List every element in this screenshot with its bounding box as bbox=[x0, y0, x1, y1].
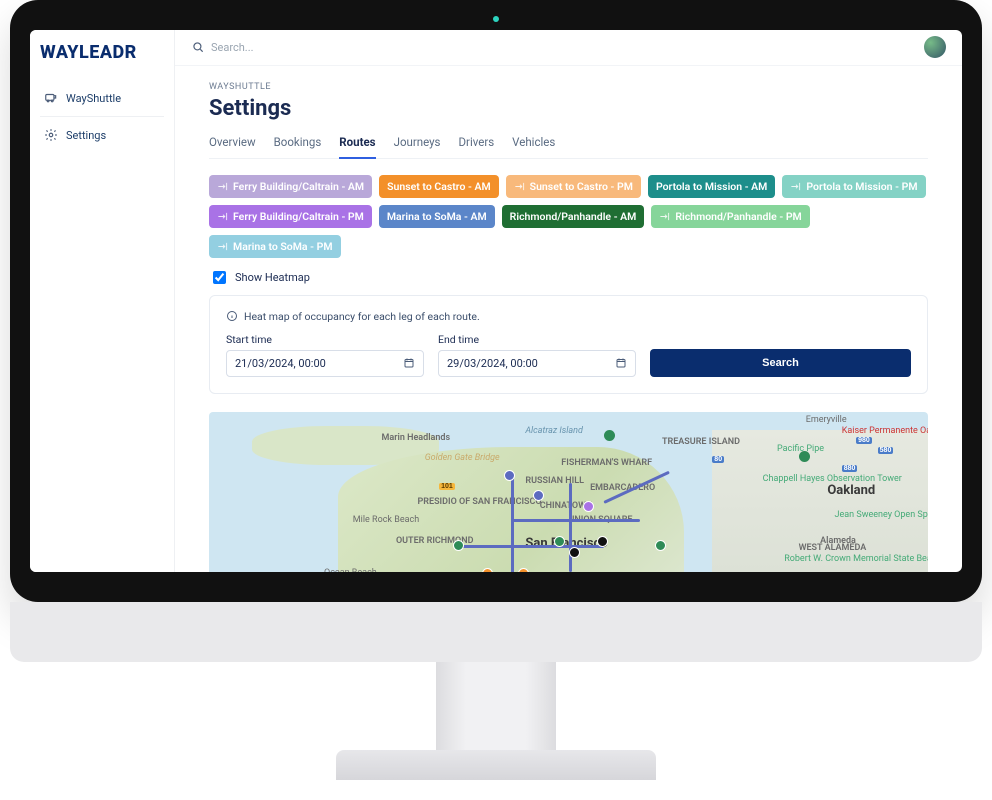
map-pin-icon bbox=[604, 430, 615, 441]
info-icon bbox=[226, 310, 238, 322]
map-label: Jean Sweeney Open Space Park bbox=[835, 510, 928, 520]
search-placeholder: Search... bbox=[211, 41, 254, 54]
calendar-icon bbox=[403, 357, 415, 369]
map-label: Kaiser Permanente Oakl... bbox=[842, 426, 928, 436]
hwy-shield: 980 bbox=[856, 437, 872, 444]
global-search[interactable]: Search... bbox=[191, 40, 914, 54]
heatmap-card: Heat map of occupancy for each leg of ea… bbox=[209, 295, 928, 394]
route-chip[interactable]: Portola to Mission - PM bbox=[782, 175, 925, 198]
map-stop bbox=[655, 540, 666, 551]
heatmap-hint: Heat map of occupancy for each leg of ea… bbox=[244, 310, 480, 323]
map-label: San Francisco bbox=[525, 536, 607, 551]
route-chip[interactable]: Sunset to Castro - AM bbox=[379, 175, 499, 198]
map-stop bbox=[482, 568, 493, 572]
tab-journeys[interactable]: Journeys bbox=[394, 135, 441, 158]
map-stop bbox=[518, 568, 529, 572]
brand-text: WAYLEADR bbox=[40, 42, 137, 63]
monitor-stand-neck bbox=[436, 662, 556, 758]
tab-drivers[interactable]: Drivers bbox=[459, 135, 495, 158]
sidebar-divider bbox=[40, 116, 164, 117]
map-label: Mile Rock Beach bbox=[353, 515, 419, 525]
start-time-label: Start time bbox=[226, 333, 424, 346]
camera-indicator bbox=[493, 16, 499, 22]
route-chip[interactable]: Portola to Mission - AM bbox=[648, 175, 775, 198]
map-label: Chappell Hayes Observation Tower bbox=[763, 474, 902, 484]
route-chip[interactable]: Richmond/Panhandle - PM bbox=[651, 205, 809, 228]
map-label: Golden Gate Bridge bbox=[425, 453, 500, 463]
sidebar: WAYLEADR WayShuttle Settings bbox=[30, 30, 175, 572]
sidebar-item-settings[interactable]: Settings bbox=[40, 121, 164, 149]
map-label: WEST ALAMEDA bbox=[799, 543, 867, 553]
route-chip[interactable]: Marina to SoMa - PM bbox=[209, 235, 341, 258]
route-chip[interactable]: Ferry Building/Caltrain - AM bbox=[209, 175, 372, 198]
route-chips: Ferry Building/Caltrain - AM Sunset to C… bbox=[209, 175, 928, 258]
end-time-input[interactable]: 29/03/2024, 00:00 bbox=[438, 350, 636, 377]
hwy-shield: 80 bbox=[712, 456, 724, 463]
map-label: Oakland bbox=[827, 483, 875, 498]
monitor-chin bbox=[10, 602, 982, 662]
calendar-icon bbox=[615, 357, 627, 369]
map-label: TREASURE ISLAND bbox=[662, 437, 740, 447]
show-heatmap-label: Show Heatmap bbox=[235, 271, 310, 284]
map-stop bbox=[569, 547, 580, 558]
app-screen: WAYLEADR WayShuttle Settings bbox=[30, 30, 962, 572]
page-title: Settings bbox=[209, 96, 928, 121]
sidebar-item-label: Settings bbox=[66, 129, 106, 142]
map-label: Marin Headlands bbox=[382, 433, 451, 443]
brand-logo: WAYLEADR bbox=[40, 44, 164, 62]
map-stop bbox=[533, 490, 544, 501]
breadcrumb: WAYSHUTTLE bbox=[209, 82, 928, 92]
map-pin-icon bbox=[799, 451, 810, 462]
settings-tabs: Overview Bookings Routes Journeys Driver… bbox=[209, 135, 928, 159]
map-label: PRESIDIO OF SAN FRANCISCO bbox=[418, 497, 542, 507]
map-label: Ocean Beach bbox=[324, 568, 377, 572]
hwy-shield: 580 bbox=[878, 447, 894, 454]
tab-routes[interactable]: Routes bbox=[339, 135, 375, 159]
route-chip[interactable]: Ferry Building/Caltrain - PM bbox=[209, 205, 372, 228]
map-label: FISHERMAN'S WHARF bbox=[561, 458, 652, 468]
tab-vehicles[interactable]: Vehicles bbox=[512, 135, 555, 158]
start-time-input[interactable]: 21/03/2024, 00:00 bbox=[226, 350, 424, 377]
topbar: Search... bbox=[175, 30, 962, 66]
route-chip[interactable]: Richmond/Panhandle - AM bbox=[502, 205, 645, 228]
user-avatar[interactable] bbox=[924, 36, 946, 58]
bus-icon bbox=[44, 91, 58, 105]
search-button[interactable]: Search bbox=[650, 349, 911, 377]
gear-icon bbox=[44, 128, 58, 142]
map-stop bbox=[583, 501, 594, 512]
end-time-label: End time bbox=[438, 333, 636, 346]
route-chip[interactable]: Sunset to Castro - PM bbox=[506, 175, 641, 198]
routes-map[interactable]: Alcatraz Island TREASURE ISLAND Marin He… bbox=[209, 412, 928, 572]
map-label: RUSSIAN HILL bbox=[525, 476, 584, 486]
map-label: Robert W. Crown Memorial State Beach bbox=[784, 554, 928, 564]
sidebar-item-label: WayShuttle bbox=[66, 92, 121, 105]
hwy-shield: 101 bbox=[439, 483, 455, 490]
tab-bookings[interactable]: Bookings bbox=[274, 135, 322, 158]
search-icon bbox=[191, 40, 205, 54]
map-label: Emeryville bbox=[806, 415, 847, 425]
show-heatmap-checkbox[interactable] bbox=[213, 271, 226, 284]
hwy-shield: 880 bbox=[842, 465, 858, 472]
sidebar-item-wayshuttle[interactable]: WayShuttle bbox=[40, 84, 164, 112]
tab-overview[interactable]: Overview bbox=[209, 135, 256, 158]
monitor-stand-base bbox=[336, 750, 656, 780]
map-label: Alcatraz Island bbox=[525, 426, 583, 436]
route-chip[interactable]: Marina to SoMa - AM bbox=[379, 205, 495, 228]
